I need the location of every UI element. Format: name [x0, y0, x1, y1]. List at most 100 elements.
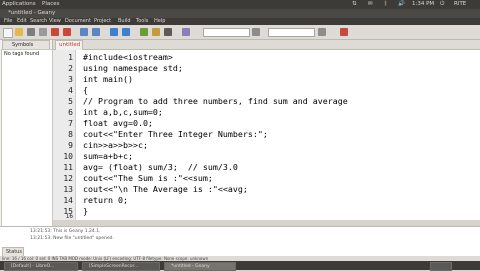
- code-text[interactable]: int a,b,c,sum=0;: [83, 107, 163, 118]
- execute-icon[interactable]: [164, 28, 172, 36]
- code-text[interactable]: // Program to add three numbers, find su…: [83, 96, 348, 107]
- redo-icon[interactable]: [92, 28, 100, 36]
- code-line: 4 {: [53, 85, 480, 96]
- code-line: 12 cout<<"The Sum is :"<<sum;: [53, 173, 480, 184]
- save-all-icon[interactable]: [39, 28, 47, 36]
- line-number: 10: [63, 152, 73, 161]
- forward-icon[interactable]: [122, 28, 130, 36]
- task-label: [SimpleScreenRecor...: [89, 264, 139, 269]
- menu-file[interactable]: File: [4, 18, 12, 25]
- line-number: 9: [68, 141, 73, 150]
- line-number: 11: [63, 163, 73, 172]
- task-label: [Default] - LibreO...: [11, 264, 55, 269]
- sidebar: Symbols No tags found: [0, 40, 53, 227]
- bluetooth-icon[interactable]: ᛒ: [384, 1, 387, 8]
- new-file-icon[interactable]: [3, 28, 13, 38]
- code-line: 1 #include<iostream>: [53, 52, 480, 63]
- code-text[interactable]: cout<<"\n The Average is :"<<avg;: [83, 184, 248, 195]
- tab-untitled-label: untitled: [59, 42, 81, 48]
- search-field[interactable]: [203, 28, 250, 37]
- code-text[interactable]: return 0;: [83, 195, 128, 206]
- menu-project[interactable]: Project: [94, 18, 111, 25]
- goto-icon[interactable]: [318, 28, 326, 36]
- task-label: *untitled - Geany: [171, 264, 210, 269]
- line-number: 16: [65, 214, 73, 220]
- code-text[interactable]: sum=a+b+c;: [83, 151, 133, 162]
- code-editor[interactable]: 1 #include<iostream> 2 using namespace s…: [53, 50, 480, 220]
- open-file-icon[interactable]: [15, 28, 23, 36]
- title-bar: *untitled - Geany: [0, 9, 480, 18]
- code-line: 10 sum=a+b+c;: [53, 151, 480, 162]
- code-line: 2 using namespace std;: [53, 63, 480, 74]
- menu-view[interactable]: View: [49, 18, 61, 25]
- line-number: 8: [68, 130, 73, 139]
- compile-icon[interactable]: [140, 28, 148, 36]
- code-text[interactable]: {: [83, 85, 88, 96]
- code-text[interactable]: using namespace std;: [83, 63, 183, 74]
- code-line: 14 return 0;: [53, 195, 480, 206]
- code-text[interactable]: int main(): [83, 74, 133, 85]
- line-number: 5: [68, 97, 73, 106]
- code-line: 9 cin>>a>>b>>c;: [53, 140, 480, 151]
- code-text[interactable]: cout<<"Enter Three Integer Numbers:";: [83, 129, 268, 140]
- code-line: 13 cout<<"\n The Average is :"<<avg;: [53, 184, 480, 195]
- network-icon[interactable]: ⇅: [352, 1, 357, 8]
- volume-icon[interactable]: 🔊: [398, 1, 405, 8]
- save-icon[interactable]: [27, 28, 35, 36]
- line-number: 3: [68, 75, 73, 84]
- mail-icon[interactable]: ✉: [368, 1, 373, 8]
- window-title: *untitled - Geany: [8, 10, 56, 16]
- line-number: 14: [63, 196, 73, 205]
- color-chooser-icon[interactable]: [182, 28, 190, 36]
- undo-icon[interactable]: [80, 28, 88, 36]
- tab-symbols[interactable]: Symbols: [2, 40, 50, 49]
- code-line: 5 // Program to add three numbers, find …: [53, 96, 480, 107]
- code-text[interactable]: float avg=0.0;: [83, 118, 153, 129]
- goto-line-field[interactable]: [268, 28, 315, 37]
- power-icon[interactable]: ⏻: [440, 1, 444, 8]
- editor-tab-strip: untitled: [53, 40, 480, 50]
- message-window: 13:21:53: This is Geany 1.24.1. 13:21:53…: [0, 226, 480, 257]
- code-line: 16: [53, 214, 480, 220]
- build-icon[interactable]: [152, 28, 160, 36]
- quit-icon[interactable]: [340, 28, 348, 36]
- menu-search[interactable]: Search: [30, 18, 47, 25]
- line-number: 6: [68, 108, 73, 117]
- code-text[interactable]: cout<<"The Sum is :"<<sum;: [83, 173, 213, 184]
- line-number: 4: [68, 86, 73, 95]
- code-line: 11 avg= (float) sum/3; // sum/3.0: [53, 162, 480, 173]
- code-text[interactable]: #include<iostream>: [83, 52, 173, 63]
- code-line: 3 int main(): [53, 74, 480, 85]
- code-text[interactable]: cin>>a>>b>>c;: [83, 140, 148, 151]
- tab-untitled[interactable]: untitled: [55, 40, 83, 50]
- top-panel: Applications Places ⇅ ✉ ᛒ 🔊 1:34 PM ⏻ RI…: [0, 0, 480, 9]
- revert-icon[interactable]: [51, 28, 59, 36]
- code-line: 7 float avg=0.0;: [53, 118, 480, 129]
- toolbar: [0, 25, 480, 40]
- taskbar: [Default] - LibreO... [SimpleScreenRecor…: [0, 261, 480, 271]
- clock[interactable]: 1:34 PM: [412, 1, 434, 8]
- line-number: 13: [63, 185, 73, 194]
- menu-tools[interactable]: Tools: [136, 18, 148, 25]
- line-number: 2: [68, 64, 73, 73]
- menu-help[interactable]: Help: [154, 18, 165, 25]
- user-name[interactable]: RITE: [454, 1, 466, 8]
- code-text[interactable]: avg= (float) sum/3; // sum/3.0: [83, 162, 238, 173]
- applications-menu[interactable]: Applications: [2, 1, 36, 8]
- find-icon[interactable]: [252, 28, 260, 36]
- tab-symbols-label: Symbols: [12, 42, 34, 48]
- menu-edit[interactable]: Edit: [17, 18, 27, 25]
- line-number: 1: [68, 53, 73, 62]
- menu-build[interactable]: Build: [118, 18, 131, 25]
- menu-document[interactable]: Document: [65, 18, 91, 25]
- status-message: 13:21:53: New file "untitled" opened.: [30, 236, 114, 241]
- status-message: 13:21:53: This is Geany 1.24.1.: [30, 229, 101, 234]
- close-file-icon[interactable]: [63, 28, 71, 36]
- line-number: 7: [68, 119, 73, 128]
- symbol-list[interactable]: No tags found: [1, 49, 53, 227]
- back-icon[interactable]: [110, 28, 118, 36]
- places-menu[interactable]: Places: [42, 1, 60, 8]
- no-tags-message: No tags found: [4, 51, 40, 57]
- tab-status-label: Status: [6, 249, 22, 255]
- code-line: 8 cout<<"Enter Three Integer Numbers:";: [53, 129, 480, 140]
